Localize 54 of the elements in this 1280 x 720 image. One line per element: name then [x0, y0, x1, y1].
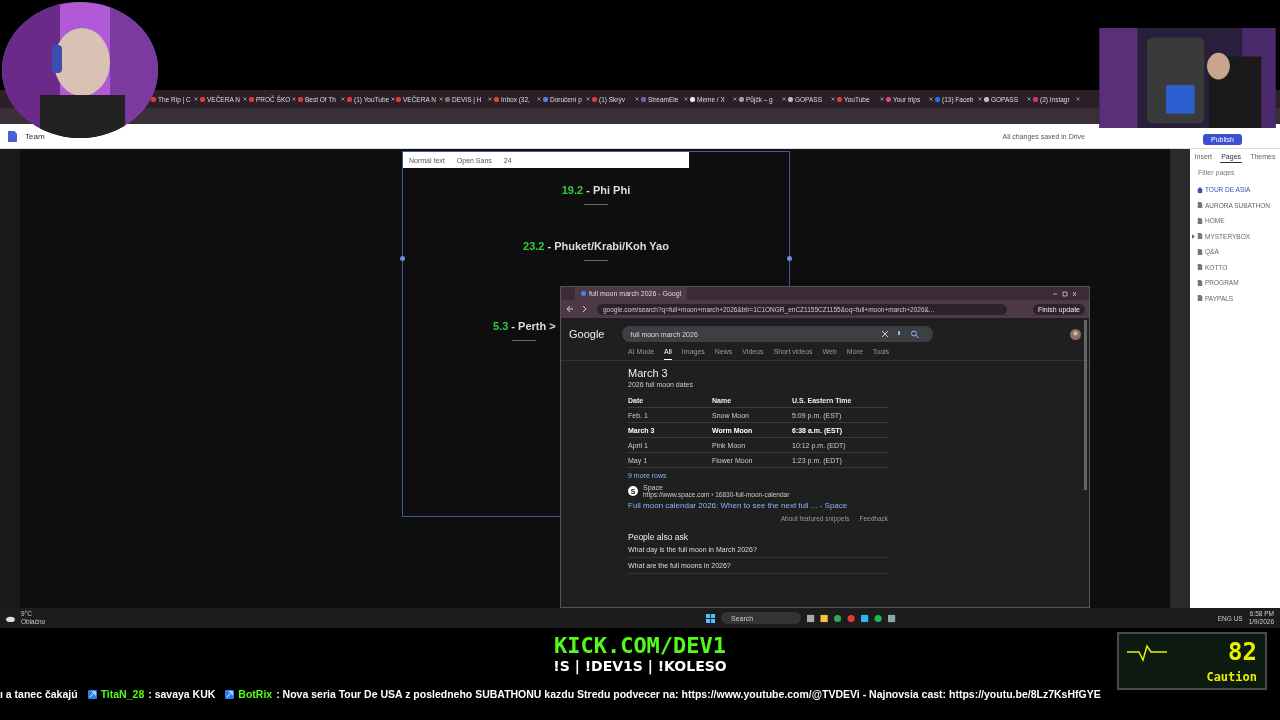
chat-commands: !S | !DEV1S | !KOLESO — [553, 658, 727, 674]
page-icon — [1197, 202, 1203, 209]
caret-icon[interactable] — [1192, 233, 1195, 239]
close-icon[interactable] — [684, 97, 688, 101]
close-icon[interactable] — [831, 97, 835, 101]
answer-heading: March 3 — [628, 367, 669, 379]
taskbar-apps-icon[interactable] — [807, 613, 897, 623]
chat-username: TitaN_28 — [100, 688, 145, 700]
resize-handle[interactable] — [787, 256, 792, 261]
close-icon[interactable] — [733, 97, 737, 101]
itinerary-heading: 5.3 - Perth > — [493, 320, 556, 332]
close-icon[interactable] — [782, 97, 786, 101]
close-icon[interactable] — [194, 97, 198, 101]
close-icon[interactable] — [929, 97, 933, 101]
page-icon — [1197, 233, 1203, 240]
close-icon[interactable] — [488, 97, 492, 101]
section-heading: People also ask — [628, 532, 689, 542]
heart-rate-status: Caution — [1205, 670, 1257, 684]
close-icon[interactable] — [635, 97, 639, 101]
heart-rate-value: 82 — [1227, 638, 1257, 666]
chat-badge-icon — [225, 689, 235, 699]
home-icon — [1197, 186, 1203, 193]
avatar-icon[interactable] — [1070, 328, 1081, 340]
close-icon[interactable] — [978, 97, 982, 101]
google-logo: Google — [569, 328, 605, 340]
page-icon — [1197, 217, 1203, 224]
page-icon — [1197, 279, 1203, 286]
docs-icon[interactable] — [8, 130, 17, 142]
page-icon — [1197, 295, 1203, 302]
chat-message: : Nova seria Tour De USA z posledneho SUBATHONU kazdu Stredu podvecer na: https://www.youtube.com/@TVDEVi - Najnovsia cast: https://youtu.be/8Lz7KsHfGYE — [276, 688, 1101, 700]
close-icon[interactable] — [292, 97, 297, 101]
pulse-drawing — [1127, 642, 1167, 662]
document-title[interactable]: Team — [25, 131, 45, 141]
channel-url: KICK.COM/DEV1 — [553, 634, 727, 658]
chat-message: : savaya KUK — [148, 688, 216, 700]
itinerary-heading: 19.2 - Phi Phi — [561, 184, 631, 196]
close-icon[interactable] — [243, 97, 247, 101]
close-icon[interactable] — [1076, 97, 1080, 101]
close-icon[interactable] — [586, 97, 590, 101]
page-icon — [1197, 248, 1203, 255]
close-icon[interactable] — [1027, 97, 1031, 101]
close-icon[interactable] — [880, 97, 884, 101]
chat-message: ı a tanec čakajú — [0, 688, 78, 700]
close-icon[interactable] — [391, 97, 396, 101]
start-icon[interactable] — [706, 613, 715, 623]
resize-handle[interactable] — [400, 256, 405, 261]
weather-icon — [6, 614, 15, 622]
close-icon[interactable] — [537, 97, 541, 101]
page-icon — [1197, 264, 1203, 271]
chat-badge-icon — [87, 689, 97, 699]
itinerary-heading: 23.2 - Phuket/Krabi/Koh Yao — [523, 240, 669, 252]
close-icon[interactable] — [341, 97, 345, 101]
chat-username: BotRix — [238, 688, 273, 700]
close-icon[interactable] — [439, 97, 443, 101]
